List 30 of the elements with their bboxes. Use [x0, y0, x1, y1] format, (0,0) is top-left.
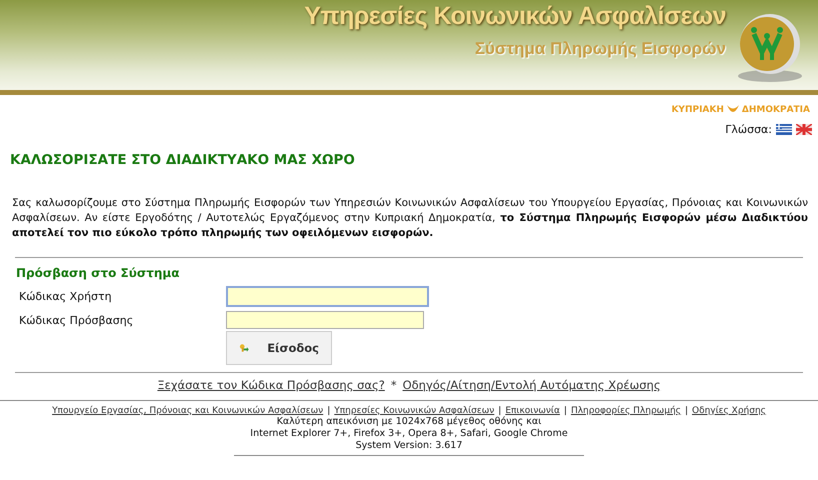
field-label: Κώδικας Χρήστη [18, 290, 113, 302]
footer-link[interactable]: Επικοινωνία [505, 406, 560, 416]
help-link[interactable]: Ξεχάσατε τον Κώδικα Πρόσβασης σας? [157, 378, 385, 392]
footer-note: Internet Explorer 7+, Firefox 3+, Opera 8+, Safari, Google Chrome [249, 428, 569, 440]
footer-link[interactable]: Οδηγίες Χρήσης [692, 406, 766, 416]
footer-link[interactable]: Υπουργείο Εργασίας, Πρόνοιας και Κοινωνικών Ασφαλίσεων [52, 406, 324, 416]
welcome-heading: ΚΑΛΩΣΟΡΙΣΑΤΕ ΣΤΟ ΔΙΑΔΙΚΤΥΑΚΟ ΜΑΣ ΧΩΡΟ [10, 152, 356, 168]
footer-note: Καλύτερη απεικόνιση με 1024x768 μέγεθος οθόνης και [276, 416, 542, 428]
site-title: Υπηρεσίες Κοινωνικών Ασφαλίσεων [304, 2, 726, 31]
greek-flag-icon[interactable] [776, 124, 792, 135]
language-label: Γλώσσα: [725, 123, 772, 136]
input-field[interactable] [226, 286, 429, 306]
input-field[interactable] [226, 311, 424, 329]
welcome-paragraph: Σας καλωσορίζουμε στο Σύστημα Πληρωμής Εισφορών των Υπηρεσιών Κοινωνικών Ασφαλίσεων του Υπουργείου Εργασίας, Πρόνοιας και Κοινωνικών Ασφαλίσεων. Αν είστε Εργοδότης / Αυτοτελώς Εργαζόμενος στην Κυπριακή Δημοκρατία, το Σύστημα Πληρωμής Εισφορών μέσω Διαδικτύου αποτελεί τον πιο εύκολο τρόπο πληρωμής των οφειλόμενων εισφορών. [12, 196, 808, 241]
government-label: ΔΗΜΟΚΡΑΤΙΑ [742, 105, 810, 115]
footer-link[interactable]: Υπηρεσίες Κοινωνικών Ασφαλίσεων [334, 406, 494, 416]
footer-note: System Version: 3.617 [354, 440, 464, 452]
link-separator: | [498, 406, 502, 416]
uk-flag-icon[interactable] [796, 124, 812, 135]
login-heading: Πρόσβαση στο Σύστημα [16, 266, 180, 280]
link-separator: | [564, 406, 567, 416]
help-link[interactable]: Οδηγός/Αίτηση/Εντολή Αυτόματης Χρέωσης [402, 378, 661, 392]
government-label: ΚΥΠΡΙΑΚΗ [671, 105, 724, 115]
link-separator: | [327, 406, 330, 416]
login-button[interactable]: Είσοδος [226, 331, 332, 365]
link-separator: | [684, 406, 688, 416]
field-label: Κώδικας Πρόσβασης [18, 314, 134, 326]
link-separator: * [390, 378, 397, 392]
site-subtitle: Σύστημα Πληρωμής Εισφορών [474, 39, 726, 59]
footer-link[interactable]: Πληροφορίες Πληρωμής [570, 406, 681, 416]
